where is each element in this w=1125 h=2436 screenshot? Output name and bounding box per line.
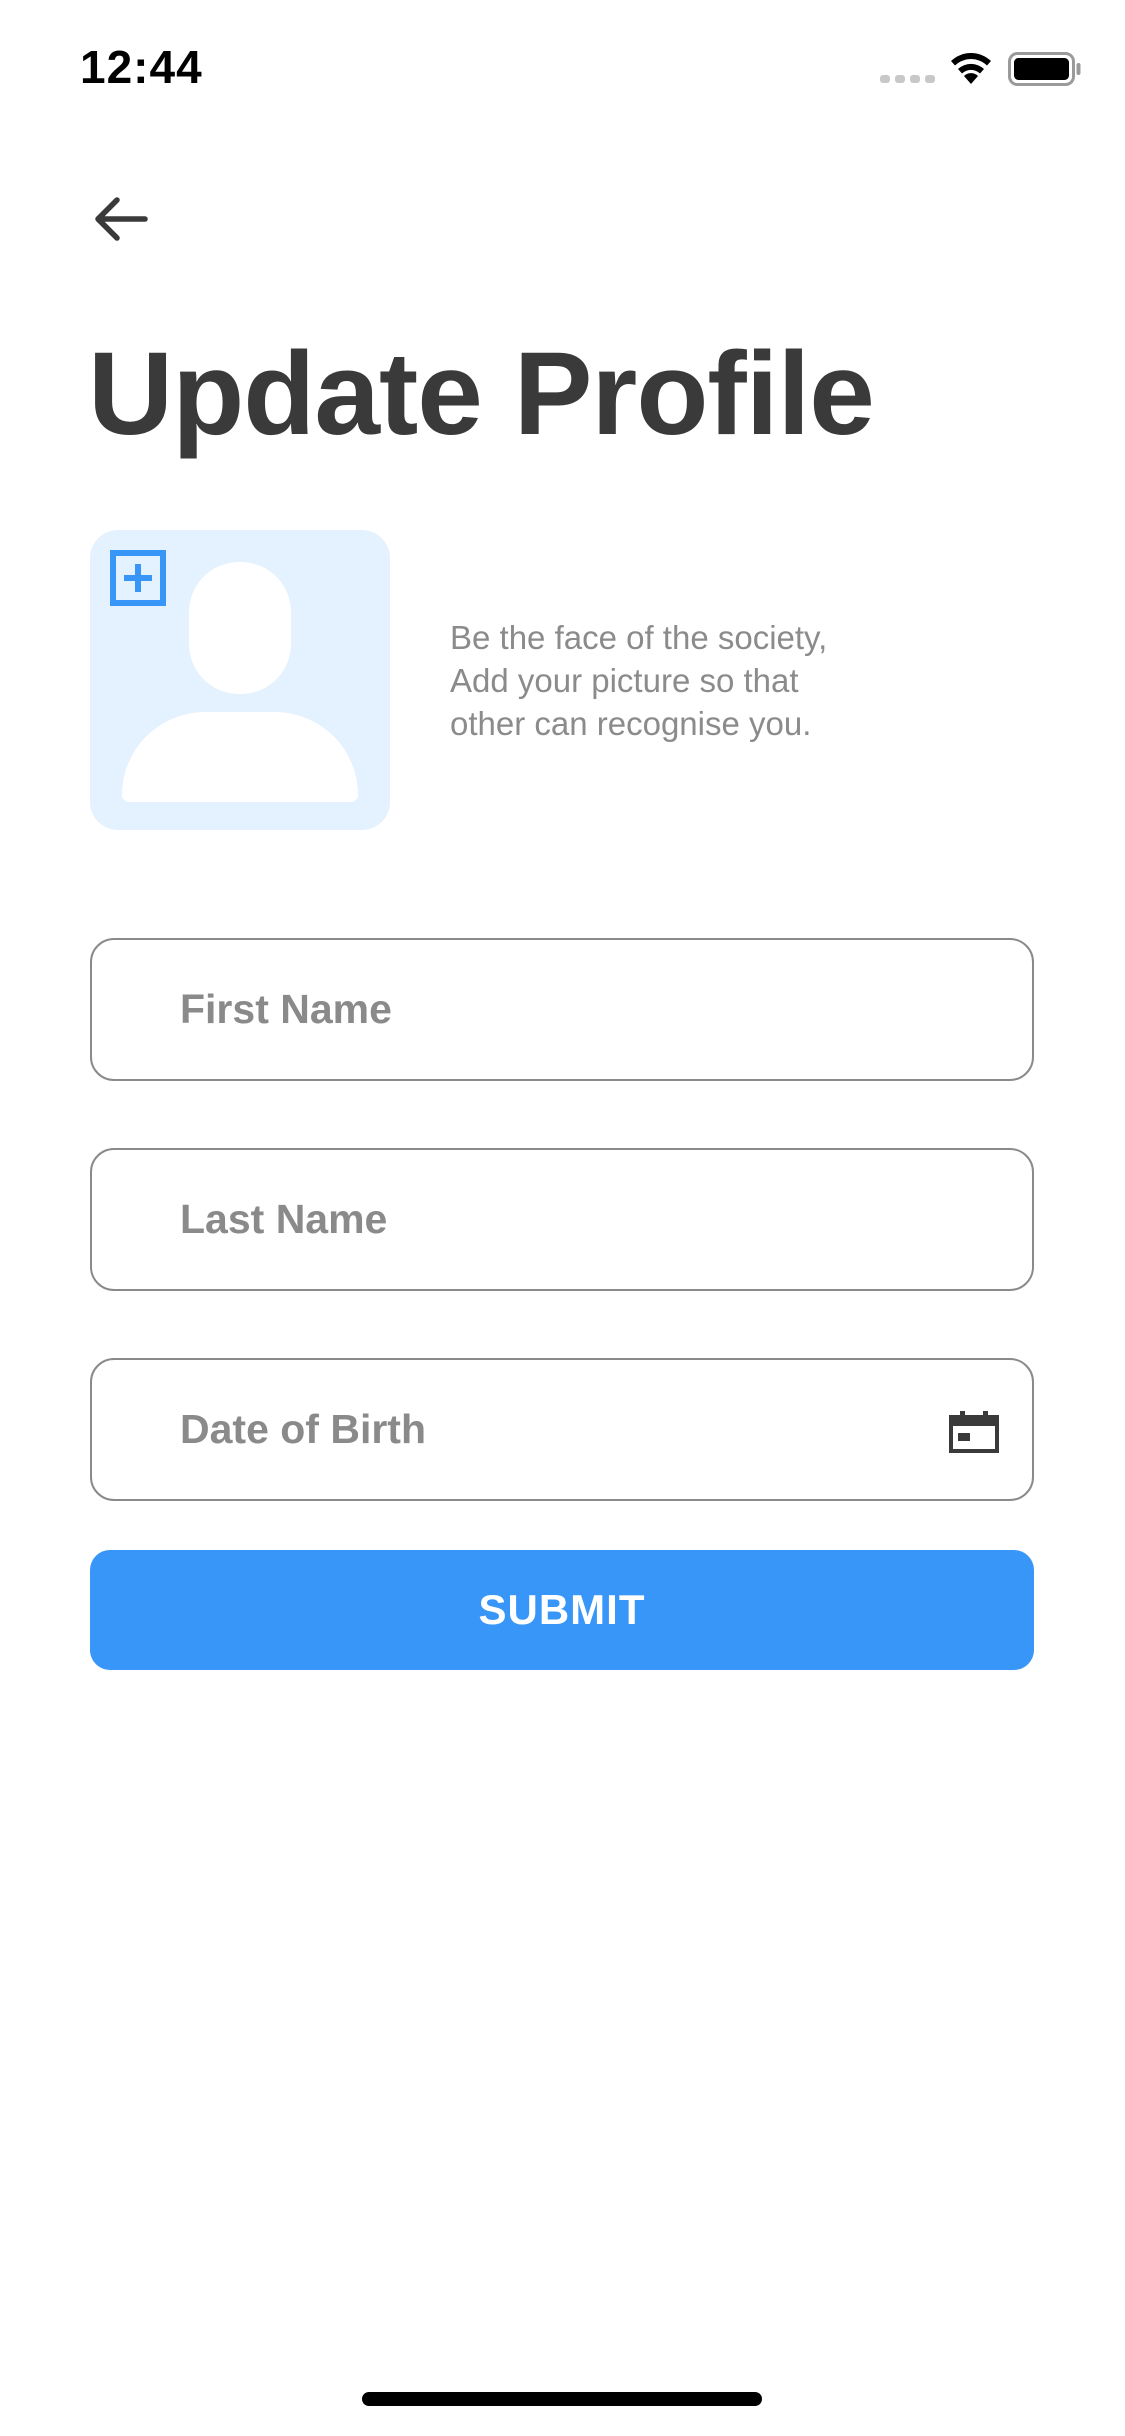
status-bar: 12:44 — [0, 0, 1125, 140]
wifi-icon — [951, 53, 991, 84]
avatar-hint-line: other can recognise you. — [450, 705, 812, 742]
cellular-signal-icon — [880, 75, 935, 83]
avatar-upload[interactable] — [90, 530, 390, 830]
person-silhouette-icon — [189, 562, 291, 694]
person-silhouette-body — [122, 712, 358, 802]
avatar-hint-line: Be the face of the society, — [450, 619, 828, 656]
page-title: Update Profile — [88, 328, 875, 460]
home-indicator[interactable] — [362, 2392, 762, 2406]
first-name-input[interactable] — [180, 940, 960, 1079]
last-name-field — [90, 1148, 1034, 1291]
battery-icon — [1008, 52, 1081, 86]
back-button[interactable] — [86, 184, 156, 254]
status-time: 12:44 — [80, 41, 203, 93]
calendar-icon[interactable] — [948, 1410, 1000, 1454]
date-of-birth-input[interactable] — [180, 1360, 960, 1499]
avatar-hint: Be the face of the society, Add your pic… — [450, 616, 970, 745]
avatar-hint-line: Add your picture so that — [450, 662, 799, 699]
arrow-left-icon — [95, 197, 148, 241]
update-profile-screen: 12:44 Update Profile Be the face of the … — [0, 0, 1125, 2436]
plus-square-icon[interactable] — [110, 550, 166, 606]
date-of-birth-field — [90, 1358, 1034, 1501]
first-name-field — [90, 938, 1034, 1081]
last-name-input[interactable] — [180, 1150, 960, 1289]
submit-button[interactable]: SUBMIT — [90, 1550, 1034, 1670]
